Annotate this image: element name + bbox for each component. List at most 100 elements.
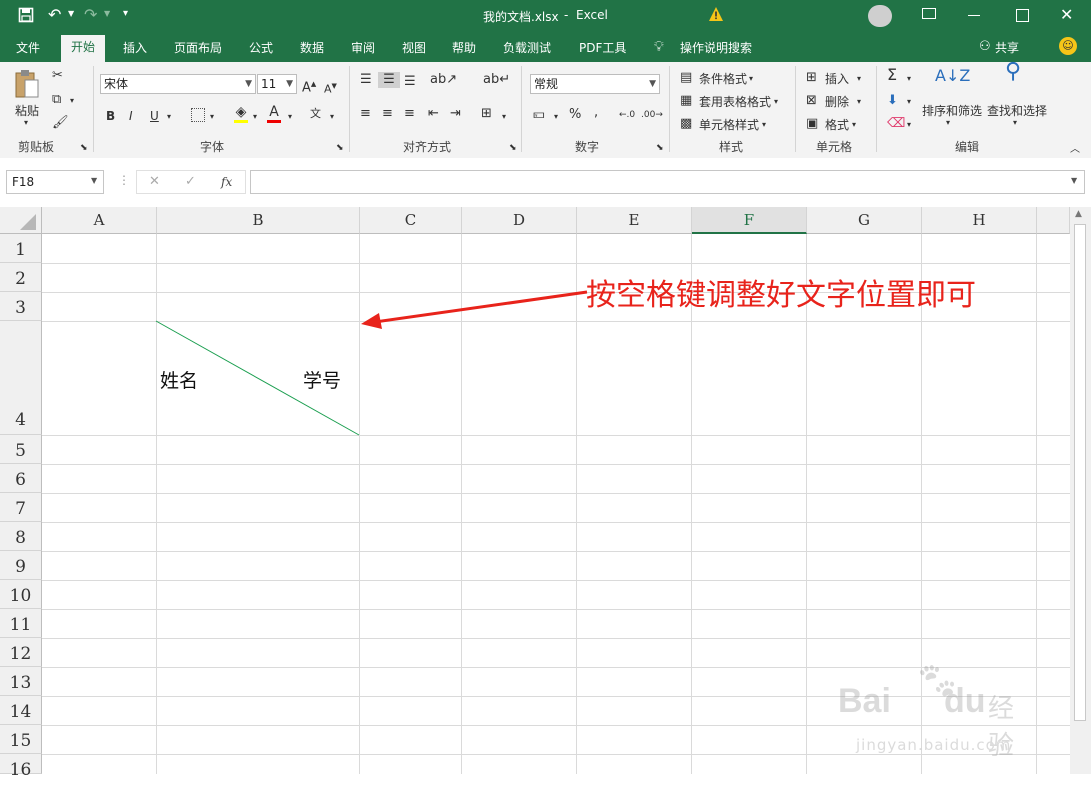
tab-formulas[interactable]: 公式 [249, 39, 273, 56]
ribbon-display-options-icon[interactable] [922, 8, 936, 19]
enter-icon[interactable]: ✓ [185, 174, 196, 189]
insert-function-icon[interactable]: fx [221, 175, 232, 189]
decrease-font-size-icon[interactable]: A▼ [324, 78, 337, 98]
tab-view[interactable]: 视图 [402, 39, 426, 56]
account-avatar[interactable] [868, 5, 892, 27]
redo-icon[interactable]: ↷ [84, 5, 97, 24]
tab-home[interactable]: 开始 [61, 35, 106, 62]
column-header-g[interactable]: G [807, 207, 922, 234]
row-header-16[interactable]: 16 [0, 754, 42, 780]
paste-icon[interactable] [14, 68, 40, 100]
close-icon[interactable]: ✕ [1060, 5, 1073, 24]
row-header-14[interactable]: 14 [0, 696, 42, 725]
font-name-combo[interactable]: 宋体 ▼ [100, 74, 256, 94]
redo-dropdown-icon[interactable]: ▼ [104, 9, 110, 18]
scroll-up-icon[interactable]: ▲ [1075, 209, 1082, 219]
chevron-down-icon[interactable]: ▼ [91, 176, 97, 185]
comma-style-icon[interactable]: , [594, 105, 598, 121]
font-color-icon[interactable]: A [267, 104, 281, 123]
tab-load-test[interactable]: 负载测试 [503, 39, 551, 56]
column-header-d[interactable]: D [462, 207, 577, 234]
chevron-down-icon[interactable]: ▾ [857, 94, 861, 110]
tell-me-search[interactable]: 操作说明搜索 [680, 39, 752, 56]
delete-cells-button[interactable]: 删除 [825, 93, 849, 110]
share-button[interactable]: 共享 [995, 39, 1019, 56]
increase-indent-icon[interactable]: ⇥ [450, 106, 461, 122]
expand-formula-icon[interactable]: ▼ [1071, 176, 1077, 185]
smiley-feedback-icon[interactable]: ☺ [1059, 37, 1077, 55]
chevron-down-icon[interactable]: ▾ [946, 118, 950, 127]
customize-qat-icon[interactable]: ▾ [123, 8, 128, 19]
chevron-down-icon[interactable]: ▾ [774, 94, 778, 110]
autosum-dropdown-icon[interactable]: ▾ [907, 71, 911, 87]
copy-dropdown-icon[interactable]: ▾ [70, 93, 74, 109]
format-cells-button[interactable]: 格式 [825, 116, 849, 133]
copy-icon[interactable]: ⧉ [52, 92, 61, 108]
name-box[interactable]: F18 ▼ [6, 170, 104, 194]
increase-font-size-icon[interactable]: A▲ [302, 76, 316, 96]
cut-icon[interactable]: ✂ [52, 68, 63, 84]
percent-style-icon[interactable]: % [569, 107, 581, 123]
orientation-icon[interactable]: ab↗ [430, 72, 457, 88]
fill-dropdown-icon[interactable]: ▾ [907, 94, 911, 110]
font-launcher-icon[interactable]: ⬊ [336, 140, 344, 156]
save-icon[interactable] [18, 7, 34, 23]
sort-filter-button[interactable]: 排序和筛选 [922, 102, 982, 119]
align-center-icon[interactable]: ≡ [382, 106, 393, 122]
column-header-a[interactable]: A [42, 207, 157, 234]
insert-cells-button[interactable]: 插入 [825, 70, 849, 87]
row-header-10[interactable]: 10 [0, 580, 42, 609]
row-header-4[interactable]: 4 [0, 321, 42, 435]
align-top-icon[interactable]: ☰ [360, 72, 372, 88]
tab-insert[interactable]: 插入 [123, 39, 147, 56]
borders-icon[interactable] [191, 108, 205, 122]
column-header-c[interactable]: C [360, 207, 462, 234]
select-all-button[interactable] [0, 207, 42, 234]
autosum-icon[interactable]: Σ [887, 67, 897, 83]
chevron-down-icon[interactable]: ▾ [749, 71, 753, 87]
font-color-dropdown-icon[interactable]: ▾ [288, 109, 292, 125]
warning-icon[interactable] [708, 6, 724, 25]
align-bottom-icon[interactable]: ☰ [404, 74, 416, 90]
column-header-e[interactable]: E [577, 207, 692, 234]
tab-help[interactable]: 帮助 [452, 39, 476, 56]
tab-file[interactable]: 文件 [16, 39, 40, 56]
chevron-down-icon[interactable]: ▾ [857, 71, 861, 87]
decrease-indent-icon[interactable]: ⇤ [428, 106, 439, 122]
fill-color-icon[interactable]: ◈ [234, 104, 248, 123]
column-header-i[interactable] [1037, 207, 1070, 234]
accounting-format-icon[interactable]: 💴︎ [533, 107, 545, 123]
fill-icon[interactable]: ⬇ [887, 93, 898, 109]
accounting-dropdown-icon[interactable]: ▾ [554, 109, 558, 125]
wrap-text-icon[interactable]: ab↵ [483, 72, 510, 88]
align-right-icon[interactable]: ≡ [404, 106, 415, 122]
row-header-15[interactable]: 15 [0, 725, 42, 754]
italic-button[interactable]: I [129, 108, 133, 124]
column-header-h[interactable]: H [922, 207, 1037, 234]
font-size-combo[interactable]: 11 ▼ [257, 74, 297, 94]
conditional-format-button[interactable]: 条件格式 [699, 70, 747, 87]
maximize-icon[interactable] [1016, 9, 1029, 22]
tab-review[interactable]: 审阅 [351, 39, 375, 56]
column-header-f[interactable]: F [692, 207, 807, 234]
alignment-launcher-icon[interactable]: ⬊ [509, 140, 517, 156]
increase-decimal-icon[interactable]: ←.0 [619, 107, 635, 123]
borders-dropdown-icon[interactable]: ▾ [210, 109, 214, 125]
format-painter-icon[interactable]: 🖌︎ [52, 115, 69, 131]
cell-styles-button[interactable]: 单元格样式 [699, 116, 759, 133]
paste-button[interactable]: 粘贴 [15, 102, 39, 119]
formula-input[interactable]: ▼ [250, 170, 1085, 194]
tab-data[interactable]: 数据 [300, 39, 324, 56]
tab-pdf-tools[interactable]: PDF工具 [579, 39, 626, 56]
decrease-decimal-icon[interactable]: .00→ [641, 107, 663, 123]
collapse-ribbon-icon[interactable]: ︿ [1070, 142, 1080, 158]
cancel-icon[interactable]: ✕ [149, 174, 160, 189]
chevron-down-icon[interactable]: ▾ [762, 117, 766, 133]
row-header-11[interactable]: 11 [0, 609, 42, 638]
chevron-down-icon[interactable]: ▾ [852, 117, 856, 133]
phonetic-dropdown-icon[interactable]: ▾ [330, 109, 334, 125]
cell-b4[interactable]: 姓名 学号 [157, 321, 359, 435]
number-format-combo[interactable]: 常规 ▼ [530, 74, 660, 94]
underline-button[interactable]: U [150, 108, 159, 124]
bold-button[interactable]: B [106, 108, 115, 124]
